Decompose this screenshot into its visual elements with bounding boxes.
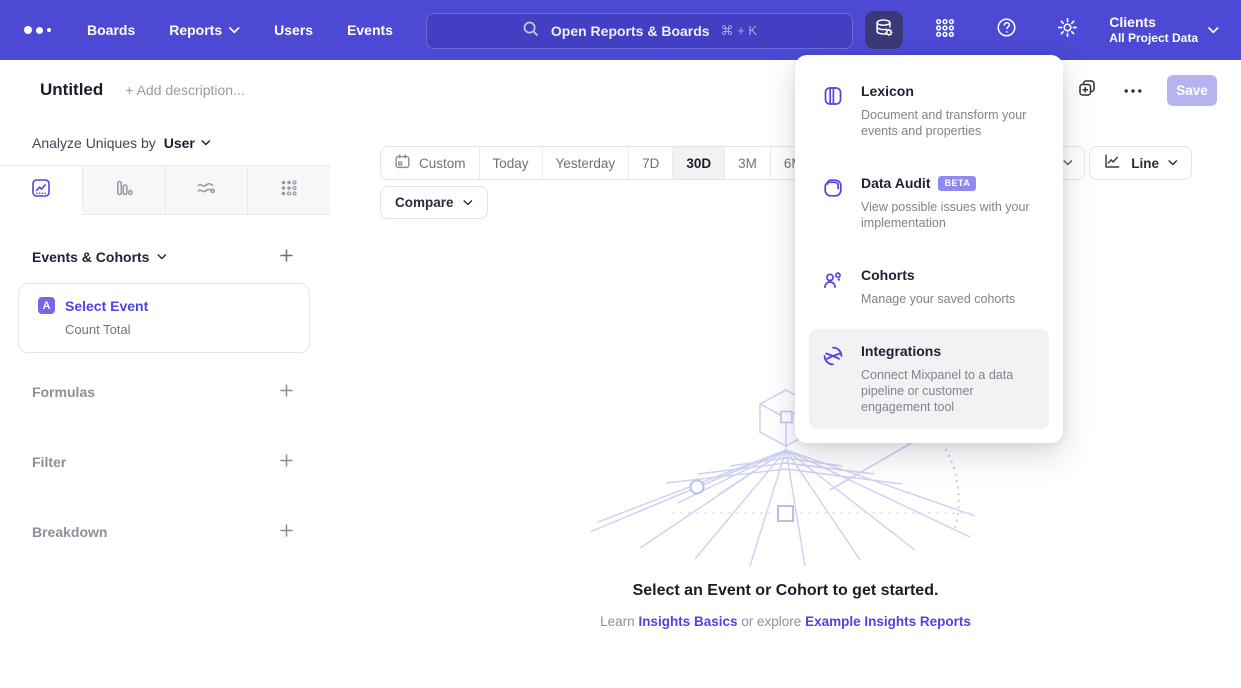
- menu-item-data-audit[interactable]: Data AuditBETA View possible issues with…: [809, 161, 1049, 245]
- search-bar[interactable]: Open Reports & Boards ⌘ + K: [426, 13, 853, 49]
- data-audit-icon: [821, 176, 845, 200]
- chevron-down-icon: [1063, 160, 1073, 166]
- search-shortcut: ⌘ + K: [721, 23, 758, 39]
- settings-button[interactable]: [1048, 11, 1086, 49]
- line-chart-icon: [1103, 152, 1122, 174]
- chevron-down-icon: [229, 27, 240, 34]
- save-button[interactable]: Save: [1167, 75, 1217, 106]
- primary-nav: Boards Reports Users Events: [87, 22, 393, 38]
- apps-grid-icon: [934, 17, 956, 44]
- line-chart-tab-icon: [30, 177, 52, 204]
- analyze-by-dropdown[interactable]: User: [164, 135, 211, 151]
- add-filter-button[interactable]: [276, 452, 296, 472]
- range-custom[interactable]: Custom: [381, 147, 479, 179]
- tab-retention-grid[interactable]: [247, 166, 330, 214]
- chevron-down-icon: [463, 200, 473, 206]
- top-nav-right: Clients All Project Data: [865, 0, 1219, 60]
- help-button[interactable]: [987, 11, 1025, 49]
- menu-item-integrations[interactable]: Integrations Connect Mixpanel to a data …: [809, 329, 1049, 429]
- events-cohorts-toggle[interactable]: Events & Cohorts: [32, 249, 167, 265]
- empty-state-links: Learn Insights Basics or explore Example…: [330, 614, 1241, 629]
- flow-tab-icon: [195, 177, 217, 204]
- top-nav: Boards Reports Users Events Open Reports…: [0, 0, 1241, 60]
- duplicate-icon: [1077, 78, 1097, 103]
- insights-basics-link[interactable]: Insights Basics: [638, 614, 737, 629]
- report-canvas: Custom Today Yesterday 7D 30D 3M 6M Comp…: [330, 120, 1241, 688]
- chevron-down-icon: [201, 140, 211, 146]
- range-7d[interactable]: 7D: [628, 147, 672, 179]
- project-scope: All Project Data: [1109, 31, 1198, 46]
- add-breakdown-button[interactable]: [276, 522, 296, 542]
- menu-item-cohorts[interactable]: Cohorts Manage your saved cohorts: [809, 253, 1049, 321]
- duplicate-button[interactable]: [1075, 78, 1099, 102]
- database-gear-icon: [873, 17, 895, 44]
- events-cohorts-header: Events & Cohorts: [0, 247, 330, 267]
- add-event-button[interactable]: [276, 247, 296, 267]
- chevron-down-icon: [1168, 160, 1178, 166]
- project-selector[interactable]: Clients All Project Data: [1109, 14, 1219, 47]
- plus-icon: [278, 522, 295, 544]
- filter-section: Filter: [0, 427, 330, 497]
- range-today[interactable]: Today: [479, 147, 542, 179]
- calendar-icon: [394, 153, 411, 173]
- event-aggregation[interactable]: Count Total: [65, 322, 309, 337]
- settings-gear-icon: [1056, 16, 1079, 44]
- chart-type-tabs: [0, 165, 330, 215]
- breakdown-section: Breakdown: [0, 497, 330, 567]
- compare-dropdown[interactable]: Compare: [380, 186, 488, 219]
- formulas-section: Formulas: [0, 357, 330, 427]
- filter-label: Filter: [32, 454, 66, 470]
- data-management-button[interactable]: [865, 11, 903, 49]
- chevron-down-icon: [1208, 27, 1219, 34]
- search-icon: [522, 20, 540, 43]
- nav-item-reports[interactable]: Reports: [169, 22, 240, 38]
- more-options-button[interactable]: [1121, 78, 1145, 102]
- example-insights-reports-link[interactable]: Example Insights Reports: [805, 614, 971, 629]
- chart-type-dropdown[interactable]: Line: [1089, 146, 1192, 180]
- tab-bar-chart[interactable]: [82, 166, 165, 214]
- empty-state-heading: Select an Event or Cohort to get started…: [330, 582, 1241, 600]
- dots-grid-tab-icon: [278, 177, 300, 204]
- formulas-label: Formulas: [32, 384, 95, 400]
- report-title[interactable]: Untitled: [40, 80, 103, 100]
- lexicon-icon: [821, 84, 845, 108]
- range-yesterday[interactable]: Yesterday: [542, 147, 629, 179]
- mixpanel-logo-icon[interactable]: [24, 26, 51, 34]
- search-placeholder: Open Reports & Boards: [551, 23, 710, 39]
- add-description[interactable]: + Add description...: [125, 82, 244, 98]
- data-management-menu: Lexicon Document and transform your even…: [795, 55, 1063, 443]
- range-3m[interactable]: 3M: [724, 147, 770, 179]
- nav-item-users[interactable]: Users: [274, 22, 313, 38]
- help-icon: [995, 16, 1018, 44]
- analyze-uniques-row: Analyze Uniques by User: [0, 120, 330, 165]
- ellipsis-icon: [1124, 81, 1142, 99]
- project-name: Clients: [1109, 14, 1198, 32]
- integrations-icon: [821, 344, 845, 368]
- date-range-control: Custom Today Yesterday 7D 30D 3M 6M: [380, 146, 817, 180]
- event-row-card[interactable]: A Select Event Count Total: [18, 283, 310, 353]
- plus-icon: [278, 452, 295, 474]
- plus-icon: [278, 247, 295, 269]
- tab-insights-line-chart[interactable]: [0, 166, 82, 214]
- add-formula-button[interactable]: [276, 382, 296, 402]
- menu-item-lexicon[interactable]: Lexicon Document and transform your even…: [809, 69, 1049, 153]
- tab-flow-chart[interactable]: [165, 166, 248, 214]
- breakdown-label: Breakdown: [32, 524, 107, 540]
- select-event-button[interactable]: Select Event: [65, 298, 148, 314]
- cohorts-icon: [821, 268, 845, 292]
- apps-grid-button[interactable]: [926, 11, 964, 49]
- event-letter-badge: A: [38, 297, 55, 314]
- chevron-down-icon: [157, 254, 167, 260]
- query-sidebar: Analyze Uniques by User: [0, 120, 331, 688]
- nav-item-events[interactable]: Events: [347, 22, 393, 38]
- plus-icon: [278, 382, 295, 404]
- bar-chart-tab-icon: [113, 177, 135, 204]
- beta-badge: BETA: [938, 176, 976, 191]
- app: Boards Reports Users Events Open Reports…: [0, 0, 1241, 688]
- analyze-label: Analyze Uniques by: [32, 135, 156, 151]
- range-30d[interactable]: 30D: [672, 147, 724, 179]
- nav-item-boards[interactable]: Boards: [87, 22, 135, 38]
